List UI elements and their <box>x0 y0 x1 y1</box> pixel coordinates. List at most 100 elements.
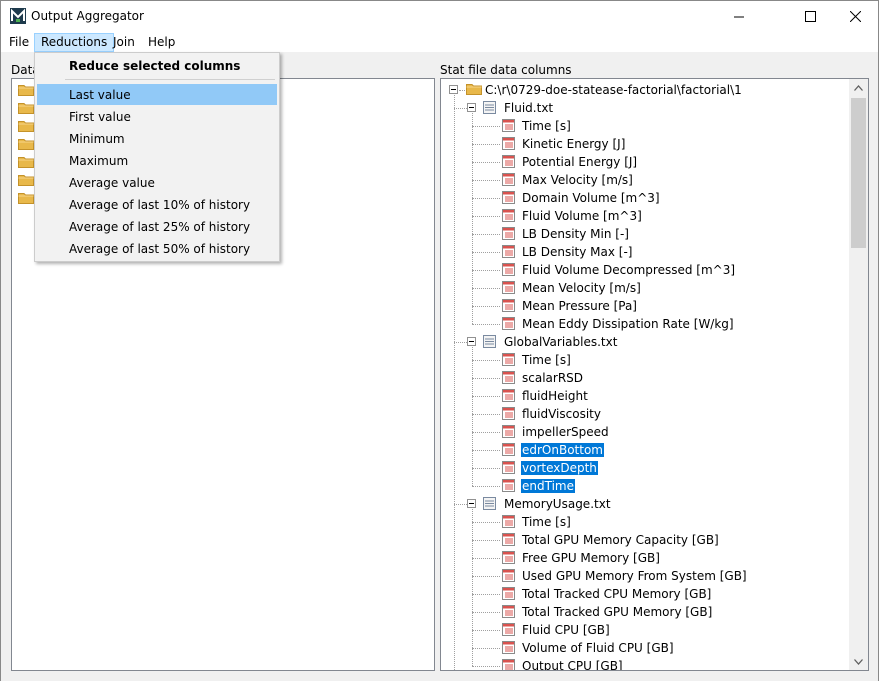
maximize-button[interactable] <box>787 1 833 32</box>
data-column-node[interactable]: Output CPU [GB] <box>441 657 851 671</box>
folder-item[interactable] <box>18 84 34 96</box>
scrollbar-thumb[interactable] <box>851 98 866 248</box>
data-column-node-label: Kinetic Energy [J] <box>522 137 626 151</box>
data-column-node[interactable]: Total GPU Memory Capacity [GB] <box>441 531 851 549</box>
data-column-node-label: Time [s] <box>522 353 571 367</box>
scroll-up-button[interactable] <box>849 79 868 96</box>
data-column <box>502 461 515 477</box>
data-column <box>502 407 515 423</box>
tree-connector <box>472 414 500 415</box>
minimize-button[interactable] <box>716 1 762 32</box>
data-column-node[interactable]: Mean Velocity [m/s] <box>441 279 851 297</box>
folder-item[interactable] <box>18 192 34 204</box>
close-button[interactable] <box>832 1 878 32</box>
folder-icon <box>18 157 34 168</box>
data-column-node[interactable]: Used GPU Memory From System [GB] <box>441 567 851 585</box>
scroll-down-button[interactable] <box>849 653 868 670</box>
data-column-node[interactable]: Total Tracked GPU Memory [GB] <box>441 603 851 621</box>
data-column-node[interactable]: Volume of Fluid CPU [GB] <box>441 639 851 657</box>
data-column-node[interactable]: Potential Energy [J] <box>441 153 851 171</box>
reduction-option[interactable]: Last value <box>37 84 277 105</box>
data-column-node[interactable]: Time [s] <box>441 117 851 135</box>
data-column-node[interactable]: Fluid Volume [m^3] <box>441 207 851 225</box>
tree-root-label: C:\r\0729-doe-statease-factorial\factori… <box>485 83 742 97</box>
data-column <box>502 551 515 567</box>
data-column-node[interactable]: Fluid CPU [GB] <box>441 621 851 639</box>
tree-connector <box>472 162 500 163</box>
data-column-node-label: scalarRSD <box>522 371 584 385</box>
stat-file <box>483 101 496 117</box>
data-column-node[interactable]: Mean Eddy Dissipation Rate [W/kg] <box>441 315 851 333</box>
collapse-toggle-icon[interactable] <box>467 103 476 112</box>
data-column-node[interactable]: Total Tracked CPU Memory [GB] <box>441 585 851 603</box>
data-column-node[interactable]: Free GPU Memory [GB] <box>441 549 851 567</box>
column-file-icon <box>502 461 515 474</box>
data-column-node[interactable]: Kinetic Energy [J] <box>441 135 851 153</box>
folder-icon <box>18 121 34 132</box>
menu-join[interactable]: Join <box>107 33 141 52</box>
data-column-node[interactable]: vortexDepth <box>441 459 851 477</box>
stat-file-node[interactable]: Fluid.txt <box>441 99 851 117</box>
data-column-node[interactable]: Domain Volume [m^3] <box>441 189 851 207</box>
data-column <box>502 155 515 171</box>
stat-file-node[interactable]: MemoryUsage.txt <box>441 495 851 513</box>
folder-item[interactable] <box>18 174 34 186</box>
column-file-icon <box>502 515 515 528</box>
data-column-node[interactable]: Mean Pressure [Pa] <box>441 297 851 315</box>
status-bar <box>1 671 878 681</box>
data-column-node[interactable]: fluidViscosity <box>441 405 851 423</box>
reduction-option[interactable]: Average of last 50% of history <box>37 238 277 259</box>
data-column <box>502 479 515 495</box>
collapse-toggle-icon[interactable] <box>467 337 476 346</box>
reduction-option[interactable]: Average of last 10% of history <box>37 194 277 215</box>
collapse-toggle-icon[interactable] <box>449 85 458 94</box>
data-column-node[interactable]: impellerSpeed <box>441 423 851 441</box>
column-file-icon <box>502 317 515 330</box>
menu-file[interactable]: File <box>3 33 35 52</box>
folder-item[interactable] <box>18 156 34 168</box>
column-file-icon <box>502 245 515 258</box>
data-column-node[interactable]: Time [s] <box>441 351 851 369</box>
reduction-option[interactable]: Average of last 25% of history <box>37 216 277 237</box>
reduction-option[interactable]: Maximum <box>37 150 277 171</box>
folder-item[interactable] <box>18 120 34 132</box>
data-column-node[interactable]: edrOnBottom <box>441 441 851 459</box>
tree-connector <box>472 126 500 127</box>
data-column-node[interactable]: LB Density Max [-] <box>441 243 851 261</box>
data-column-node[interactable]: Fluid Volume Decompressed [m^3] <box>441 261 851 279</box>
tree-connector <box>472 509 473 666</box>
tree-connector <box>472 144 500 145</box>
column-file-icon <box>502 479 515 492</box>
data-column <box>502 371 515 387</box>
data-column-node[interactable]: Max Velocity [m/s] <box>441 171 851 189</box>
folder-item[interactable] <box>18 138 34 150</box>
stat-file-icon <box>483 497 496 510</box>
data-column-node[interactable]: Time [s] <box>441 513 851 531</box>
stat-file-node[interactable]: GlobalVariables.txt <box>441 333 851 351</box>
reduction-option[interactable]: First value <box>37 106 277 127</box>
reduction-option[interactable]: Minimum <box>37 128 277 149</box>
tree-root[interactable]: C:\r\0729-doe-statease-factorial\factori… <box>441 81 851 99</box>
stat-column-tree[interactable]: C:\r\0729-doe-statease-factorial\factori… <box>440 78 869 671</box>
tree-connector <box>472 540 500 541</box>
collapse-toggle-icon[interactable] <box>467 499 476 508</box>
tree-connector <box>472 324 500 325</box>
data-column-node[interactable]: LB Density Min [-] <box>441 225 851 243</box>
data-column-node[interactable]: scalarRSD <box>441 369 851 387</box>
vertical-scrollbar[interactable] <box>849 79 868 670</box>
reduction-option[interactable]: Average value <box>37 172 277 193</box>
column-file-icon <box>502 389 515 402</box>
menu-help[interactable]: Help <box>142 33 181 52</box>
data-column <box>502 533 515 549</box>
menu-reductions[interactable]: Reductions <box>34 33 115 52</box>
data-column-node-label: Output CPU [GB] <box>522 659 623 671</box>
chevron-up-icon <box>854 84 863 91</box>
data-column-node[interactable]: endTime <box>441 477 851 495</box>
tree-connector <box>454 108 467 109</box>
reduction-option-label: Average value <box>69 176 155 190</box>
data-column <box>502 443 515 459</box>
stat-file-node-label: MemoryUsage.txt <box>504 497 611 511</box>
data-column-node[interactable]: fluidHeight <box>441 387 851 405</box>
folder-item[interactable] <box>18 102 34 114</box>
data-column-node-label: impellerSpeed <box>522 425 609 439</box>
